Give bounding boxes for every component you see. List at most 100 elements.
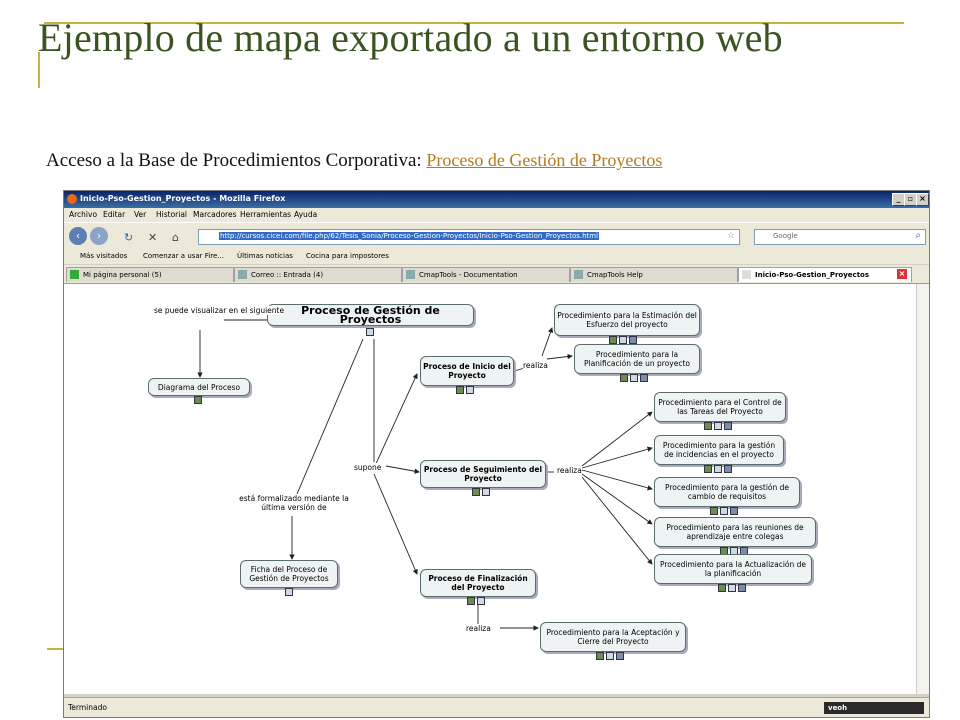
image-icon[interactable] xyxy=(596,652,604,660)
doc-icon[interactable] xyxy=(285,588,293,596)
cmap-icon[interactable] xyxy=(730,507,738,515)
node-main[interactable]: Proceso de Gestión de Proyectos xyxy=(267,304,474,326)
slide-title: Ejemplo de mapa exportado a un entorno w… xyxy=(38,15,783,60)
veoh-badge[interactable]: veoh xyxy=(824,702,924,714)
link-label-supone: supone xyxy=(354,463,382,472)
link-label-visualizar: se puede visualizar en el siguiente xyxy=(154,306,285,315)
intro-text: Acceso a la Base de Procedimientos Corpo… xyxy=(46,150,422,171)
vertical-scrollbar[interactable] xyxy=(916,284,929,694)
menu-archivo[interactable]: Archivo xyxy=(69,210,97,219)
navigation-toolbar: ‹ › ↻ ✕ ⌂ http://cursos.cicei.com/file.p… xyxy=(64,222,929,249)
tab-favicon xyxy=(574,270,583,279)
node-inicio[interactable]: Proceso de Inicio del Proyecto xyxy=(420,356,514,386)
link-label-realiza-3: realiza xyxy=(466,624,491,633)
close-tab-icon[interactable]: × xyxy=(897,269,907,279)
doc-icon[interactable] xyxy=(477,597,485,605)
cmap-icon[interactable] xyxy=(640,374,648,382)
image-icon[interactable] xyxy=(704,422,712,430)
menu-marcadores[interactable]: Marcadores xyxy=(193,210,237,219)
doc-icon[interactable] xyxy=(714,422,722,430)
tab-mi-pagina[interactable]: Mi página personal (5) xyxy=(66,267,234,282)
menu-editar[interactable]: Editar xyxy=(103,210,125,219)
reload-icon[interactable]: ↻ xyxy=(124,231,133,244)
node-estimacion[interactable]: Procedimiento para la Estimación del Esf… xyxy=(554,304,700,336)
close-icon[interactable]: × xyxy=(916,193,929,206)
intro-line: Acceso a la Base de Procedimientos Corpo… xyxy=(46,150,662,172)
image-icon[interactable] xyxy=(472,488,480,496)
node-planificacion[interactable]: Procedimiento para la Planificación de u… xyxy=(574,344,700,374)
browser-window: Inicio-Pso-Gestion_Proyectos - Mozilla F… xyxy=(63,190,930,718)
image-icon[interactable] xyxy=(609,336,617,344)
window-titlebar: Inicio-Pso-Gestion_Proyectos - Mozilla F… xyxy=(64,191,929,208)
intro-link[interactable]: Proceso de Gestión de Proyectos xyxy=(426,150,662,170)
bookmarks-toolbar: Más visitados Comenzar a usar Fire... Úl… xyxy=(64,249,929,264)
image-icon[interactable] xyxy=(710,507,718,515)
bookmark-mas-visitados[interactable]: Más visitados xyxy=(80,252,127,260)
node-seguimiento[interactable]: Proceso de Seguimiento del Proyecto xyxy=(420,460,546,488)
tab-bar: Mi página personal (5) Correo :: Entrada… xyxy=(64,265,929,284)
stop-icon[interactable]: ✕ xyxy=(148,231,157,244)
cmap-icon[interactable] xyxy=(724,422,732,430)
home-icon[interactable]: ⌂ xyxy=(172,231,179,244)
tab-correo[interactable]: Correo :: Entrada (4) xyxy=(234,267,402,282)
menu-ayuda[interactable]: Ayuda xyxy=(294,210,317,219)
bookmark-comenzar[interactable]: Comenzar a usar Fire... xyxy=(143,252,224,260)
image-icon[interactable] xyxy=(194,396,202,404)
link-label-formalizado: está formalizado mediante la última vers… xyxy=(228,494,360,512)
doc-icon[interactable] xyxy=(482,488,490,496)
search-placeholder: Google xyxy=(773,232,798,240)
status-bar: Terminado veoh xyxy=(64,697,929,717)
tab-favicon xyxy=(238,270,247,279)
node-aceptacion[interactable]: Procedimiento para la Aceptación y Cierr… xyxy=(540,622,686,652)
tab-cmaptools-help[interactable]: CmapTools Help xyxy=(570,267,738,282)
doc-icon[interactable] xyxy=(720,507,728,515)
node-control[interactable]: Procedimiento para el Control de las Tar… xyxy=(654,392,786,422)
node-diagrama[interactable]: Diagrama del Proceso xyxy=(148,378,250,396)
status-text: Terminado xyxy=(68,703,107,712)
cmap-icon[interactable] xyxy=(629,336,637,344)
doc-icon[interactable] xyxy=(366,328,374,336)
node-incidencias[interactable]: Procedimiento para la gestión de inciden… xyxy=(654,435,784,465)
cmap-icon[interactable] xyxy=(738,584,746,592)
menu-historial[interactable]: Historial xyxy=(156,210,187,219)
doc-icon[interactable] xyxy=(714,465,722,473)
cmap-icon[interactable] xyxy=(724,465,732,473)
forward-icon[interactable]: › xyxy=(90,227,108,245)
image-icon[interactable] xyxy=(467,597,475,605)
node-cambio[interactable]: Procedimiento para la gestión de cambio … xyxy=(654,477,800,507)
url-input[interactable]: http://cursos.cicei.com/file.php/62/Tesi… xyxy=(198,229,740,245)
link-label-realiza-2: realiza xyxy=(557,466,582,475)
firefox-icon xyxy=(67,194,77,204)
tab-inicio-pso[interactable]: Inicio-Pso-Gestion_Proyectos × xyxy=(738,267,912,282)
node-ficha[interactable]: Ficha del Proceso de Gestión de Proyecto… xyxy=(240,560,338,588)
doc-icon[interactable] xyxy=(630,374,638,382)
node-actualizacion[interactable]: Procedimiento para la Actualización de l… xyxy=(654,554,812,584)
tab-favicon xyxy=(742,270,751,279)
tab-cmaptools-docs[interactable]: CmapTools - Documentation xyxy=(402,267,570,282)
footer-rule xyxy=(47,648,63,650)
url-text: http://cursos.cicei.com/file.php/62/Tesi… xyxy=(219,232,600,240)
doc-icon[interactable] xyxy=(619,336,627,344)
page-content: Proceso de Gestión de Proyectos se puede… xyxy=(64,284,916,694)
menu-bar: Archivo Editar Ver Historial Marcadores … xyxy=(64,208,929,222)
doc-icon[interactable] xyxy=(466,386,474,394)
star-icon[interactable]: ☆ xyxy=(727,231,735,241)
image-icon[interactable] xyxy=(456,386,464,394)
window-title: Inicio-Pso-Gestion_Proyectos - Mozilla F… xyxy=(80,194,286,203)
image-icon[interactable] xyxy=(704,465,712,473)
menu-herramientas[interactable]: Herramientas xyxy=(240,210,291,219)
cmap-icon[interactable] xyxy=(616,652,624,660)
bookmark-cocina[interactable]: Cocina para impostores xyxy=(306,252,389,260)
back-icon[interactable]: ‹ xyxy=(69,227,87,245)
node-reuniones[interactable]: Procedimiento para las reuniones de apre… xyxy=(654,517,816,547)
search-icon[interactable]: ⌕ xyxy=(915,230,921,241)
search-input[interactable]: Google ⌕ xyxy=(754,229,926,245)
doc-icon[interactable] xyxy=(606,652,614,660)
bookmark-noticias[interactable]: Últimas noticias xyxy=(237,252,293,260)
image-icon[interactable] xyxy=(620,374,628,382)
doc-icon[interactable] xyxy=(728,584,736,592)
image-icon[interactable] xyxy=(718,584,726,592)
node-finalizacion[interactable]: Proceso de Finalización del Proyecto xyxy=(420,569,536,597)
tab-favicon xyxy=(406,270,415,279)
menu-ver[interactable]: Ver xyxy=(134,210,146,219)
